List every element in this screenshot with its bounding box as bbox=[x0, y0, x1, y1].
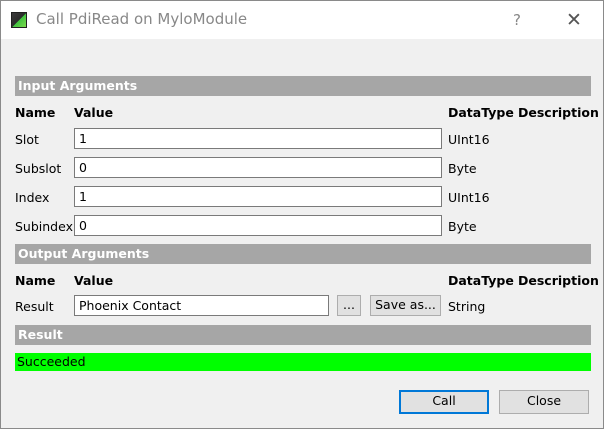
slot-input[interactable]: 1 bbox=[74, 128, 442, 149]
input-description-header: Description bbox=[518, 105, 599, 120]
dialog-window: Call PdiRead on MyloModule ? ✕ Input Arg… bbox=[0, 0, 604, 429]
subslot-input[interactable]: 0 bbox=[74, 157, 442, 178]
app-icon bbox=[11, 12, 27, 28]
subslot-label: Subslot bbox=[15, 161, 62, 176]
subindex-label: Subindex bbox=[15, 219, 73, 234]
output-description-header: Description bbox=[518, 273, 599, 288]
output-arguments-header: Output Arguments bbox=[15, 244, 591, 264]
window-title: Call PdiRead on MyloModule bbox=[36, 10, 248, 28]
browse-button[interactable]: ... bbox=[337, 295, 361, 316]
result-datatype: String bbox=[448, 299, 486, 314]
index-input[interactable]: 1 bbox=[74, 186, 442, 207]
subindex-datatype: Byte bbox=[448, 219, 477, 234]
save-as-button[interactable]: Save as... bbox=[370, 295, 441, 316]
result-label: Result bbox=[15, 299, 54, 314]
title-bar: Call PdiRead on MyloModule ? ✕ bbox=[1, 1, 603, 39]
result-output-field[interactable]: Phoenix Contact bbox=[74, 295, 329, 316]
index-datatype: UInt16 bbox=[448, 190, 490, 205]
output-value-header: Value bbox=[74, 273, 114, 288]
index-label: Index bbox=[15, 190, 50, 205]
output-name-header: Name bbox=[15, 273, 56, 288]
subslot-datatype: Byte bbox=[448, 161, 477, 176]
input-name-header: Name bbox=[15, 105, 56, 120]
input-datatype-header: DataType bbox=[448, 105, 514, 120]
close-button[interactable]: Close bbox=[499, 390, 589, 414]
input-value-header: Value bbox=[74, 105, 114, 120]
close-window-button[interactable]: ✕ bbox=[561, 9, 587, 31]
subindex-input[interactable]: 0 bbox=[74, 215, 442, 236]
call-button[interactable]: Call bbox=[399, 390, 489, 414]
result-section-header: Result bbox=[15, 325, 591, 345]
status-bar: Succeeded bbox=[15, 353, 591, 371]
slot-datatype: UInt16 bbox=[448, 132, 490, 147]
output-datatype-header: DataType bbox=[448, 273, 514, 288]
help-button[interactable]: ? bbox=[505, 9, 529, 31]
input-arguments-header: Input Arguments bbox=[15, 76, 591, 96]
slot-label: Slot bbox=[15, 132, 39, 147]
